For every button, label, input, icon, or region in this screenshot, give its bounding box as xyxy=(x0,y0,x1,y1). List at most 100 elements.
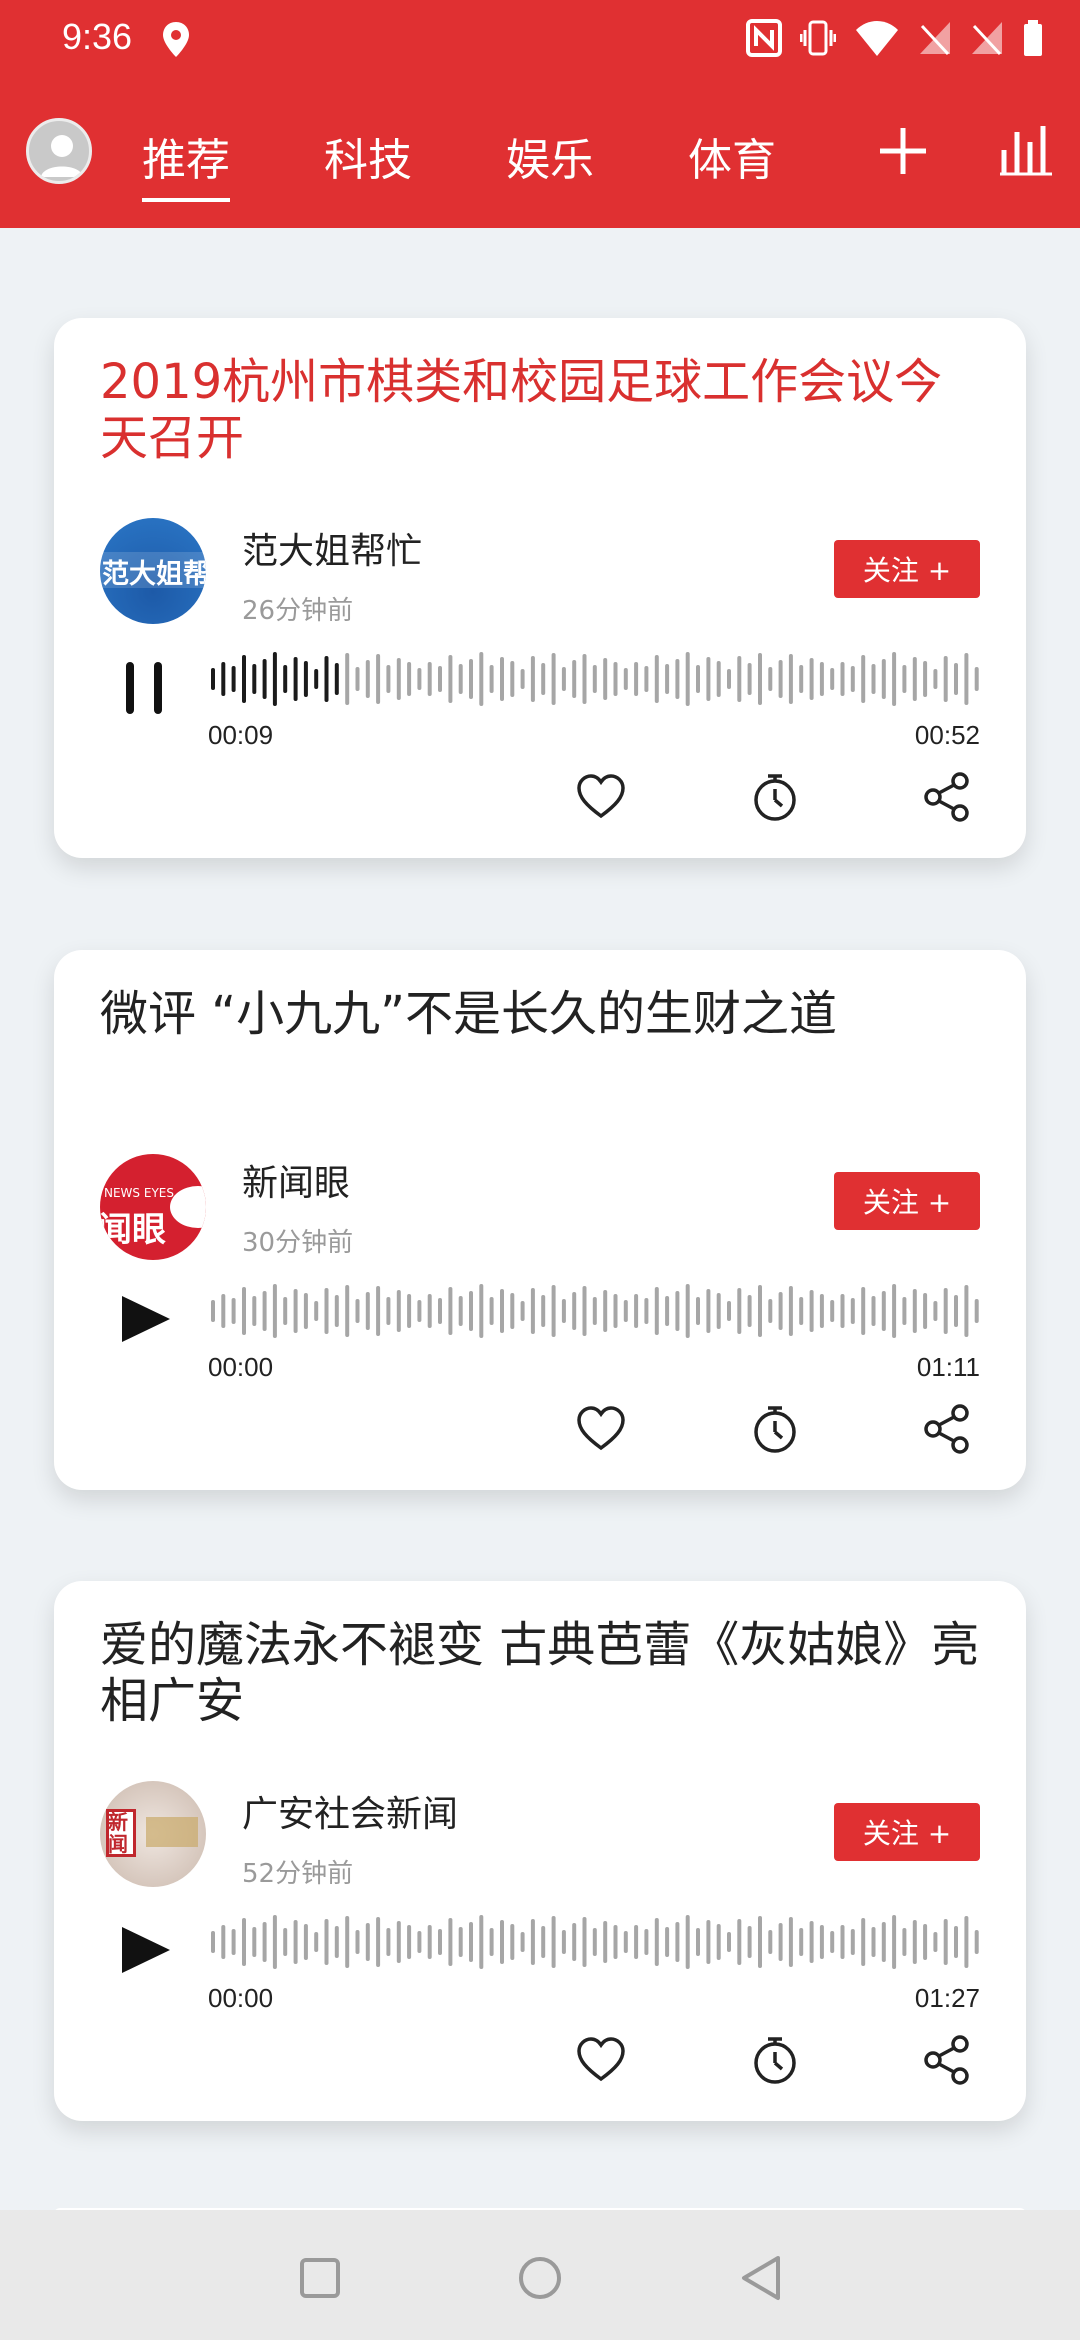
waveform-bar xyxy=(861,1918,866,1966)
home-icon[interactable] xyxy=(512,2250,568,2306)
waveform-bar xyxy=(489,665,494,693)
system-nav-bar xyxy=(0,2210,1080,2340)
waveform-bar xyxy=(231,666,236,692)
waveform-bar xyxy=(592,1297,597,1325)
waveform-bar xyxy=(438,1298,442,1324)
waveform-bar xyxy=(974,667,979,691)
waveform-bar xyxy=(830,1931,835,1953)
like-icon[interactable] xyxy=(574,770,628,824)
waveform-bar xyxy=(634,662,639,696)
waveform-bar xyxy=(262,1922,267,1962)
nfc-icon xyxy=(746,19,782,57)
waveform-bar xyxy=(458,1927,463,1957)
waveform-bar xyxy=(685,652,690,706)
follow-button[interactable]: 关注 + xyxy=(834,1803,980,1861)
waveform-bar xyxy=(407,662,412,696)
source-logo[interactable]: 新闻 xyxy=(100,1781,206,1887)
tab-tech[interactable]: 科技 xyxy=(324,124,412,188)
waveform-bar xyxy=(231,1929,236,1955)
waveform-bar xyxy=(211,668,215,690)
source-logo[interactable]: NEWS EYES 闻眼 xyxy=(100,1154,206,1260)
source-name[interactable]: 广安社会新闻 xyxy=(242,1785,458,1837)
tab-recommend[interactable]: 推荐 xyxy=(142,124,230,202)
waveform-bar xyxy=(386,665,391,693)
waveform-bar xyxy=(365,660,370,698)
news-card[interactable]: 2019杭州市棋类和校园足球工作会议今天召开 范大姐帮 范大姐帮忙 26分钟前 … xyxy=(54,318,1026,858)
card-title[interactable]: 2019杭州市棋类和校园足球工作会议今天召开 xyxy=(100,354,980,466)
waveform-bar xyxy=(665,1927,670,1957)
timer-icon[interactable] xyxy=(748,1402,802,1456)
waveform-bar xyxy=(675,659,680,699)
waveform-bar xyxy=(376,1286,381,1336)
waveform-bar xyxy=(871,664,876,694)
waveform-bar xyxy=(293,1920,298,1964)
source-name[interactable]: 范大姐帮忙 xyxy=(242,522,422,574)
user-icon xyxy=(41,135,83,177)
tab-sports[interactable]: 体育 xyxy=(688,124,776,188)
waveform-bar xyxy=(892,1915,897,1969)
play-icon[interactable] xyxy=(114,1919,176,1981)
audio-waveform[interactable] xyxy=(208,1276,982,1346)
card-title[interactable]: 微评 “小九九”不是长久的生财之道 xyxy=(100,986,980,1042)
waveform-bar xyxy=(427,1294,432,1328)
waveform-bar xyxy=(427,1925,432,1959)
waveform-bar xyxy=(417,1300,422,1322)
follow-button[interactable]: 关注 + xyxy=(834,1172,980,1230)
share-icon[interactable] xyxy=(920,770,974,824)
waveform-bar xyxy=(634,1294,639,1328)
waveform-bar xyxy=(727,1932,731,1952)
waveform-bar xyxy=(541,1926,546,1958)
timer-icon[interactable] xyxy=(748,2033,802,2087)
pause-icon[interactable] xyxy=(114,656,176,718)
waveform-bar xyxy=(355,1930,360,1954)
follow-button[interactable]: 关注 + xyxy=(834,540,980,598)
source-name[interactable]: 新闻眼 xyxy=(242,1154,350,1206)
waveform-bar xyxy=(685,1284,690,1338)
avatar[interactable] xyxy=(26,118,92,184)
audio-waveform[interactable] xyxy=(208,1907,982,1977)
news-card[interactable]: 微评 “小九九”不是长久的生财之道 NEWS EYES 闻眼 新闻眼 30分钟前… xyxy=(54,950,1026,1490)
waveform-bar xyxy=(634,1925,639,1959)
waveform-bar xyxy=(283,665,288,693)
share-icon[interactable] xyxy=(920,1402,974,1456)
waveform-bar xyxy=(758,653,762,705)
waveform-bar xyxy=(737,656,742,702)
source-logo[interactable]: 范大姐帮 xyxy=(100,518,206,624)
like-icon[interactable] xyxy=(574,2033,628,2087)
waveform-bar xyxy=(778,1292,783,1330)
waveform-bar xyxy=(954,1295,958,1327)
waveform-bar xyxy=(561,1299,566,1323)
timer-icon[interactable] xyxy=(748,770,802,824)
waveform-bar xyxy=(954,1926,958,1958)
waveform-bar xyxy=(603,1921,608,1963)
equalizer-icon[interactable] xyxy=(998,122,1054,178)
share-icon[interactable] xyxy=(920,2033,974,2087)
waveform-bar xyxy=(778,660,783,698)
recents-icon[interactable] xyxy=(292,2250,348,2306)
waveform-bar xyxy=(293,1289,298,1333)
news-card[interactable]: 爱的魔法永不褪变 古典芭蕾《灰姑娘》亮相广安 新闻 广安社会新闻 52分钟前 关… xyxy=(54,1581,1026,2121)
waveform-bar xyxy=(469,659,473,699)
like-icon[interactable] xyxy=(574,1402,628,1456)
waveform-bar xyxy=(530,1288,535,1334)
back-icon[interactable] xyxy=(734,2250,790,2306)
waveform-bar xyxy=(551,653,556,705)
waveform-bar xyxy=(334,1926,339,1958)
waveform-bar xyxy=(242,655,246,703)
waveform-bar xyxy=(830,668,835,690)
add-category-icon[interactable] xyxy=(876,124,930,178)
waveform-bar xyxy=(923,1293,928,1329)
waveform-bar xyxy=(716,1293,721,1329)
waveform-bar xyxy=(706,1289,711,1333)
tab-entertainment[interactable]: 娱乐 xyxy=(506,124,594,188)
waveform-bar xyxy=(747,1295,752,1327)
waveform-bar xyxy=(242,1918,246,1966)
waveform-bar xyxy=(252,1927,257,1957)
waveform-bar xyxy=(211,1300,215,1322)
publish-time: 30分钟前 xyxy=(242,1228,354,1258)
card-title[interactable]: 爱的魔法永不褪变 古典芭蕾《灰姑娘》亮相广安 xyxy=(100,1617,980,1729)
waveform-bar xyxy=(696,1928,700,1956)
waveform-bar xyxy=(582,654,587,704)
audio-waveform[interactable] xyxy=(208,644,982,714)
play-icon[interactable] xyxy=(114,1288,176,1350)
